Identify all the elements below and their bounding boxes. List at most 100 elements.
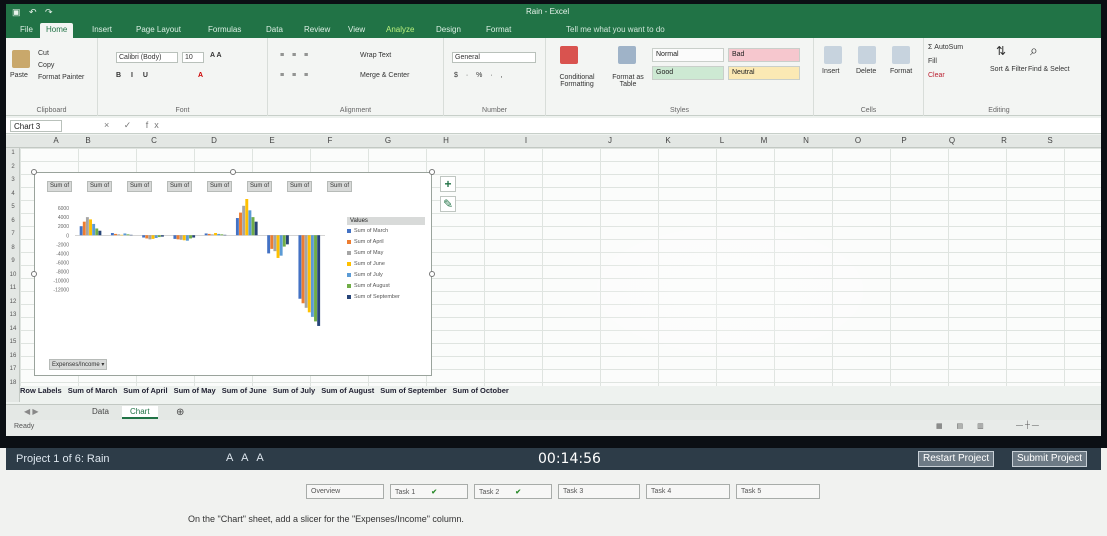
chart-bar[interactable] (314, 235, 317, 322)
clear-button[interactable]: Clear (928, 72, 945, 79)
column-header[interactable]: K (658, 136, 678, 145)
column-header[interactable]: R (994, 136, 1014, 145)
column-header[interactable]: A (46, 136, 66, 145)
chart-bar[interactable] (254, 221, 258, 236)
chart-bar[interactable] (114, 233, 117, 236)
chart-bar[interactable] (117, 234, 121, 236)
chart-bar[interactable] (301, 235, 305, 304)
style-neutral[interactable]: Neutral (728, 66, 800, 80)
tab-file[interactable]: File (14, 23, 39, 38)
column-header[interactable]: F (320, 136, 340, 145)
tab-analyze[interactable]: Analyze (380, 23, 420, 38)
row-header[interactable]: 3 (6, 177, 20, 183)
row-header[interactable]: 18 (6, 380, 20, 386)
column-header[interactable]: Q (942, 136, 962, 145)
new-sheet-button[interactable]: ⊕ (168, 406, 192, 419)
chart-bar[interactable] (279, 235, 283, 256)
resize-handle[interactable] (31, 169, 37, 175)
chart-bar[interactable] (79, 226, 83, 236)
chart-bar[interactable] (157, 235, 161, 238)
sheet-tab-data[interactable]: Data (84, 406, 117, 419)
tab-design[interactable]: Design (430, 23, 467, 38)
chart-field-button[interactable]: Sum of (207, 181, 233, 192)
format-as-table-button[interactable]: Format as Table (606, 74, 650, 88)
restart-project-button[interactable]: Restart Project (918, 451, 995, 467)
row-header[interactable]: 15 (6, 339, 20, 345)
chart-bar[interactable] (245, 199, 249, 236)
chart-bar[interactable] (304, 235, 308, 308)
chart-bar[interactable] (179, 235, 183, 240)
style-bad[interactable]: Bad (728, 48, 800, 62)
column-header[interactable]: I (516, 136, 536, 145)
quick-access-toolbar[interactable]: ▣ ↶ ↷ (12, 7, 56, 18)
chart-bar[interactable] (145, 235, 149, 239)
row-header[interactable]: 10 (6, 272, 20, 278)
grow-font-button[interactable]: A A (210, 52, 222, 59)
chart-bar[interactable] (142, 235, 146, 238)
sort-filter-icon[interactable]: ⇅ (996, 44, 1006, 58)
row-header[interactable]: 11 (6, 285, 20, 291)
chart-bar[interactable] (85, 217, 89, 236)
pivot-header-cell[interactable]: Sum of August (321, 386, 374, 395)
resize-handle[interactable] (31, 271, 37, 277)
row-header[interactable]: 12 (6, 299, 20, 305)
column-header[interactable]: G (378, 136, 398, 145)
pivot-header-cell[interactable]: Sum of July (273, 386, 316, 395)
column-header[interactable]: J (600, 136, 620, 145)
row-header[interactable]: 2 (6, 164, 20, 170)
legend-item[interactable]: Sum of September (347, 294, 425, 305)
format-button[interactable]: Format (890, 68, 912, 75)
tab-page-layout[interactable]: Page Layout (130, 23, 187, 38)
chart-field-button[interactable]: Sum of (87, 181, 113, 192)
task-tab[interactable]: Task 5 (736, 484, 820, 499)
chart-bar[interactable] (82, 221, 86, 236)
chart-bar[interactable] (126, 234, 130, 236)
row-header[interactable]: 8 (6, 245, 20, 251)
row-header[interactable]: 4 (6, 191, 20, 197)
pivot-header-cell[interactable]: Sum of April (123, 386, 167, 395)
legend-item[interactable]: Sum of March (347, 228, 425, 239)
chart-bar[interactable] (235, 218, 239, 236)
chart-bar[interactable] (160, 235, 164, 237)
currency-percent-icons[interactable]: $ · % · , (454, 72, 506, 79)
pivot-header-cell[interactable]: Sum of May (174, 386, 216, 395)
copy-button[interactable]: Copy (38, 62, 54, 69)
column-header[interactable]: P (894, 136, 914, 145)
chart-bar[interactable] (317, 235, 321, 326)
cut-button[interactable]: Cut (38, 50, 49, 57)
resize-handle[interactable] (429, 271, 435, 277)
align-top-icons[interactable]: ≡ ≡ ≡ (280, 52, 311, 59)
search-icon[interactable]: ⌕ (1030, 42, 1038, 59)
font-name-select[interactable]: Calibri (Body) (116, 52, 178, 63)
conditional-formatting-icon[interactable] (560, 46, 578, 64)
style-good[interactable]: Good (652, 66, 724, 80)
chart-bar[interactable] (307, 235, 311, 313)
chart-bar[interactable] (239, 212, 242, 236)
chart-bar[interactable] (204, 233, 208, 236)
row-header[interactable]: 5 (6, 204, 20, 210)
sheet-nav-arrows[interactable]: ◀ ▶ (16, 406, 47, 419)
align-left-icons[interactable]: ≡ ≡ ≡ (280, 72, 311, 79)
chart-bar[interactable] (192, 235, 196, 238)
delete-cells-icon[interactable] (858, 46, 876, 64)
submit-project-button[interactable]: Submit Project (1012, 451, 1088, 467)
column-header[interactable]: B (78, 136, 98, 145)
font-color-button[interactable]: A (198, 72, 203, 79)
chart-bar[interactable] (189, 235, 192, 239)
tab-insert[interactable]: Insert (86, 23, 118, 38)
legend-title[interactable]: Values (347, 217, 425, 225)
chart-bar[interactable] (151, 235, 155, 239)
chart-bar[interactable] (270, 235, 274, 249)
paste-icon[interactable] (12, 50, 30, 68)
chart-bar[interactable] (214, 233, 217, 236)
chart-field-button[interactable]: Sum of (247, 181, 273, 192)
column-header[interactable]: D (204, 136, 224, 145)
pivot-header-cell[interactable]: Sum of June (222, 386, 267, 395)
zoom-slider[interactable]: — ┼ — (1016, 422, 1039, 429)
font-size-select[interactable]: 10 (182, 52, 204, 63)
chart-bar[interactable] (298, 235, 302, 299)
task-tab[interactable]: Task 1 ✔ (390, 484, 468, 499)
wrap-text-button[interactable]: Wrap Text (360, 52, 391, 59)
chart-field-button[interactable]: Sum of (47, 181, 73, 192)
expenses-income-field-button[interactable]: Expenses/Income ▾ (49, 359, 108, 370)
